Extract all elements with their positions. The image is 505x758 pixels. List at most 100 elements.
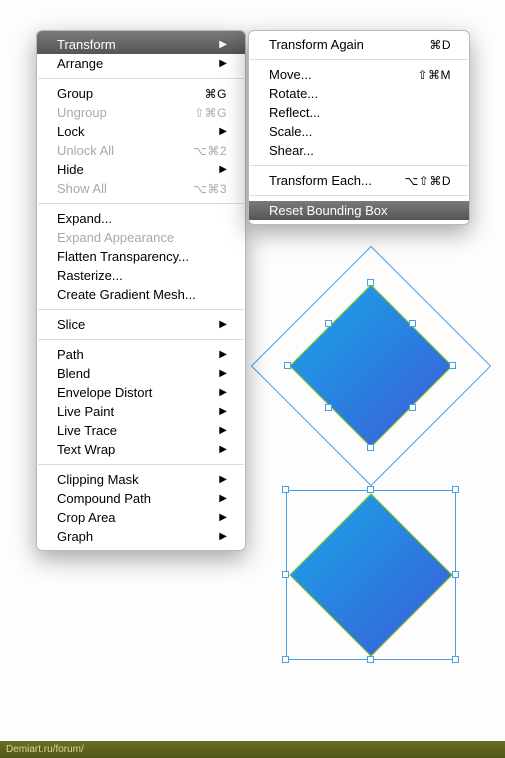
menu-item-label: Scale... <box>269 124 451 139</box>
submenu-arrow-icon: ▶ <box>219 493 227 504</box>
mainMenu-item-expand-appearance: Expand Appearance <box>37 228 245 247</box>
mainMenu-item-live-paint[interactable]: Live Paint ▶ <box>37 402 245 421</box>
menu-item-label: Live Trace <box>57 423 213 438</box>
submenu-arrow-icon: ▶ <box>219 425 227 436</box>
mainMenu-item-compound-path[interactable]: Compound Path ▶ <box>37 489 245 508</box>
mainMenu-item-live-trace[interactable]: Live Trace ▶ <box>37 421 245 440</box>
selection-handle[interactable] <box>452 571 459 578</box>
menu-separator <box>38 339 244 340</box>
menu-item-label: Move... <box>269 67 417 82</box>
selection-handle[interactable] <box>452 486 459 493</box>
selection-handle[interactable] <box>282 656 289 663</box>
selection-handle[interactable] <box>367 444 374 451</box>
menu-item-label: Reflect... <box>269 105 451 120</box>
menu-item-label: Blend <box>57 366 213 381</box>
menu-item-label: Ungroup <box>57 105 194 120</box>
menu-item-label: Envelope Distort <box>57 385 213 400</box>
mainMenu-item-hide[interactable]: Hide ▶ <box>37 160 245 179</box>
mainMenu-item-transform[interactable]: Transform ▶ <box>37 31 245 54</box>
subMenu-item-scale[interactable]: Scale... <box>249 122 469 141</box>
subMenu-item-reflect[interactable]: Reflect... <box>249 103 469 122</box>
menu-item-label: Reset Bounding Box <box>269 203 451 218</box>
shape-diamond-reset-bbox[interactable] <box>286 490 456 660</box>
submenu-arrow-icon: ▶ <box>219 164 227 175</box>
menu-item-label: Shear... <box>269 143 451 158</box>
selection-handle[interactable] <box>282 571 289 578</box>
mainMenu-item-text-wrap[interactable]: Text Wrap▶ <box>37 440 245 459</box>
menu-item-shortcut: ⌥⇧⌘D <box>404 174 451 188</box>
submenu-arrow-icon: ▶ <box>219 368 227 379</box>
menu-item-label: Graph <box>57 529 213 544</box>
subMenu-item-transform-each[interactable]: Transform Each...⌥⇧⌘D <box>249 171 469 190</box>
submenu-arrow-icon: ▶ <box>219 58 227 69</box>
menu-item-label: Create Gradient Mesh... <box>57 287 227 302</box>
subMenu-item-reset-bounding-box[interactable]: Reset Bounding Box <box>249 201 469 220</box>
mainMenu-item-clipping-mask[interactable]: Clipping Mask▶ <box>37 470 245 489</box>
menu-item-label: Expand Appearance <box>57 230 227 245</box>
menu-item-label: Text Wrap <box>57 442 213 457</box>
menu-item-label: Transform Each... <box>269 173 404 188</box>
mainMenu-item-rasterize[interactable]: Rasterize... <box>37 266 245 285</box>
mainMenu-item-unlock-all: Unlock All⌥⌘2 <box>37 141 245 160</box>
submenu-arrow-icon: ▶ <box>219 406 227 417</box>
mainMenu-item-arrange[interactable]: Arrange▶ <box>37 54 245 73</box>
menu-item-shortcut: ⌘G <box>205 87 227 101</box>
mainMenu-item-create-gradient-mesh[interactable]: Create Gradient Mesh... <box>37 285 245 304</box>
selection-handle[interactable] <box>409 404 416 411</box>
mainMenu-item-crop-area[interactable]: Crop Area ▶ <box>37 508 245 527</box>
selection-handle[interactable] <box>284 362 291 369</box>
mainMenu-item-ungroup: Ungroup⇧⌘G <box>37 103 245 122</box>
menu-separator <box>250 165 468 166</box>
subMenu-item-rotate[interactable]: Rotate... <box>249 84 469 103</box>
submenu-arrow-icon: ▶ <box>219 126 227 137</box>
mainMenu-item-blend[interactable]: Blend ▶ <box>37 364 245 383</box>
selection-handle[interactable] <box>282 486 289 493</box>
selection-handle[interactable] <box>409 320 416 327</box>
menu-item-label: Rotate... <box>269 86 451 101</box>
submenu-arrow-icon: ▶ <box>219 319 227 330</box>
menu-item-label: Slice <box>57 317 213 332</box>
menu-separator <box>250 59 468 60</box>
submenu-arrow-icon: ▶ <box>219 39 227 50</box>
selection-handle[interactable] <box>325 404 332 411</box>
menu-item-shortcut: ⌥⌘3 <box>193 182 227 196</box>
mainMenu-item-group[interactable]: Group⌘G <box>37 84 245 103</box>
menu-item-label: Expand... <box>57 211 227 226</box>
mainMenu-item-envelope-distort[interactable]: Envelope Distort▶ <box>37 383 245 402</box>
mainMenu-item-flatten-transparency[interactable]: Flatten Transparency... <box>37 247 245 266</box>
mainMenu-item-slice[interactable]: Slice ▶ <box>37 315 245 334</box>
transform-submenu[interactable]: Transform Again⌘D Move...⇧⌘M Rotate... Refl… <box>248 30 470 225</box>
object-menu[interactable]: Transform▶Arrange▶Group⌘GUngroup⇧⌘GLock▶… <box>36 30 246 551</box>
menu-separator <box>250 195 468 196</box>
mainMenu-item-path[interactable]: Path▶ <box>37 345 245 364</box>
mainMenu-item-show-all: Show All⌥⌘3 <box>37 179 245 198</box>
subMenu-item-transform-again[interactable]: Transform Again⌘D <box>249 35 469 54</box>
selection-handle[interactable] <box>325 320 332 327</box>
menu-item-label: Compound Path <box>57 491 213 506</box>
selection-handle[interactable] <box>367 279 374 286</box>
menu-item-label: Hide <box>57 162 213 177</box>
footer-watermark: Demiart.ru/forum/ <box>0 741 505 758</box>
menu-separator <box>38 464 244 465</box>
menu-item-label: Crop Area <box>57 510 213 525</box>
selection-handle[interactable] <box>449 362 456 369</box>
menu-item-shortcut: ⇧⌘M <box>417 68 451 82</box>
subMenu-item-move[interactable]: Move...⇧⌘M <box>249 65 469 84</box>
menu-item-label: Live Paint <box>57 404 213 419</box>
selection-handle[interactable] <box>367 656 374 663</box>
shape-diamond-rotated-bbox[interactable] <box>286 281 456 451</box>
submenu-arrow-icon: ▶ <box>219 531 227 542</box>
subMenu-item-shear[interactable]: Shear... <box>249 141 469 160</box>
mainMenu-item-graph[interactable]: Graph ▶ <box>37 527 245 546</box>
menu-item-label: Transform Again <box>269 37 429 52</box>
mainMenu-item-lock[interactable]: Lock▶ <box>37 122 245 141</box>
bounding-box-aligned[interactable] <box>286 490 456 660</box>
selection-handle[interactable] <box>452 656 459 663</box>
menu-item-label: Unlock All <box>57 143 193 158</box>
menu-item-label: Transform <box>57 37 213 52</box>
submenu-arrow-icon: ▶ <box>219 512 227 523</box>
menu-item-label: Show All <box>57 181 193 196</box>
canvas[interactable]: Transform▶Arrange▶Group⌘GUngroup⇧⌘GLock▶… <box>0 0 505 758</box>
selection-handle[interactable] <box>367 486 374 493</box>
mainMenu-item-expand[interactable]: Expand... <box>37 209 245 228</box>
